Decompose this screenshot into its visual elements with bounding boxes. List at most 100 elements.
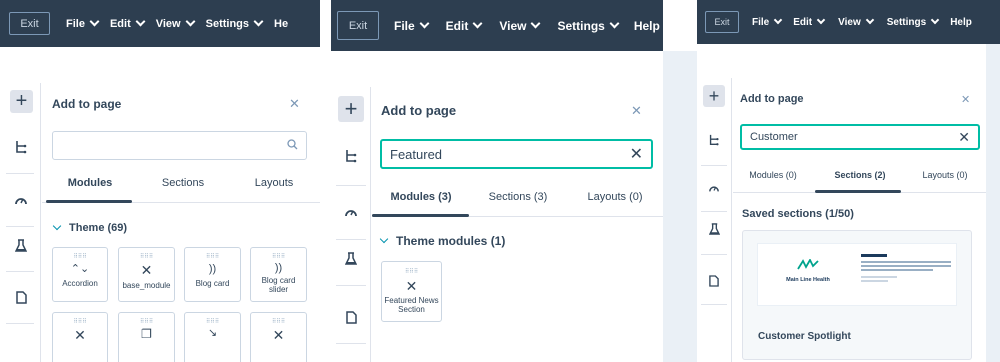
tab-modules[interactable]: Modules <box>52 177 128 189</box>
add-to-page-panel: Add to page ✕ Featured ✕ Modules (3) Sec… <box>372 87 663 362</box>
tree-structure-icon[interactable] <box>12 138 30 156</box>
menu-help[interactable]: Help <box>950 17 972 28</box>
drag-handle-icon: ⠿⠿⠿ <box>73 319 87 325</box>
menu-file[interactable]: File <box>66 16 100 30</box>
editor-sidebar: + <box>331 87 371 362</box>
exit-button[interactable]: Exit <box>705 11 739 33</box>
logo-text: Main Line Health <box>786 277 830 283</box>
tab-modules[interactable]: Modules (3) <box>378 191 464 203</box>
tab-layouts[interactable]: Layouts (0) <box>909 170 981 180</box>
tab-sections[interactable]: Sections (3) <box>475 191 561 203</box>
tree-structure-icon[interactable] <box>342 147 360 165</box>
menu-file[interactable]: File <box>394 18 430 33</box>
module-label: base_module <box>122 281 171 290</box>
pointer-icon: ↘ <box>207 327 218 339</box>
close-icon[interactable]: ✕ <box>961 93 970 106</box>
tab-layouts[interactable]: Layouts (0) <box>572 191 658 203</box>
tab-layouts[interactable]: Layouts <box>236 177 312 189</box>
module-card[interactable]: ⠿⠿⠿ ⌃⌄ Accordion <box>52 247 108 302</box>
menu-edit[interactable]: Edit <box>793 15 826 28</box>
gauge-icon[interactable] <box>706 180 722 196</box>
add-button[interactable]: + <box>338 96 364 122</box>
quote-line <box>861 261 951 263</box>
menu-help[interactable]: He <box>274 18 288 30</box>
copy-icon: ❐ <box>141 327 152 341</box>
menu-help[interactable]: Help <box>634 19 660 33</box>
close-icon[interactable]: ✕ <box>631 103 642 119</box>
tab-bar: Modules Sections Layouts <box>42 177 320 203</box>
saved-section-card[interactable]: Main Line Health Customer Spotlight <box>742 230 972 360</box>
menu-view[interactable]: View <box>838 15 874 28</box>
section-toggle[interactable]: Theme modules (1) <box>379 234 505 248</box>
clear-search-icon[interactable]: ✕ <box>630 144 643 164</box>
flask-icon[interactable] <box>12 236 30 254</box>
section-preview: Main Line Health <box>757 243 957 306</box>
add-button[interactable]: + <box>10 90 33 113</box>
menu-settings[interactable]: Settings <box>206 16 264 30</box>
menu-view[interactable]: View <box>499 18 541 33</box>
tree-structure-icon[interactable] <box>706 132 722 148</box>
panel-gutter <box>663 51 697 362</box>
quote-line <box>861 276 897 278</box>
drag-handle-icon: ⠿⠿⠿ <box>404 269 419 275</box>
module-card[interactable]: ⠿⠿⠿ ✕ <box>250 312 307 362</box>
module-card[interactable]: ⠿⠿⠿ ❐ <box>118 312 175 362</box>
chevron-down-icon <box>419 18 430 29</box>
editor-panel-1: Exit File Edit View Settings He + Add to… <box>0 0 320 362</box>
sidebar-divider <box>701 165 727 166</box>
panel-title: Add to page <box>52 97 122 111</box>
module-card[interactable]: ⠿⠿⠿ ✕ <box>52 312 108 362</box>
menu-edit[interactable]: Edit <box>446 19 483 33</box>
brand-logo: Main Line Health <box>768 258 848 283</box>
page-icon[interactable] <box>12 288 30 306</box>
search-input[interactable]: Customer ✕ <box>740 124 980 150</box>
active-tab-indicator <box>815 190 901 193</box>
sidebar-divider <box>336 239 366 240</box>
quote-block <box>861 254 951 282</box>
drag-handle-icon: ⠿⠿⠿ <box>73 254 87 260</box>
exit-button[interactable]: Exit <box>337 11 379 40</box>
module-card[interactable]: ⠿⠿⠿ ✕ Featured News Section <box>381 261 442 322</box>
page-icon[interactable] <box>706 273 722 289</box>
menu-view[interactable]: View <box>156 16 196 30</box>
rss-icon: )) <box>208 263 217 275</box>
logo-mark-icon <box>797 258 819 270</box>
module-card[interactable]: ⠿⠿⠿ )) Blog card <box>184 247 241 302</box>
page-icon[interactable] <box>342 308 360 326</box>
module-label: Accordion <box>62 279 98 288</box>
search-input[interactable]: Featured ✕ <box>380 139 653 169</box>
module-card[interactable]: ⠿⠿⠿ )) Blog card slider <box>250 247 307 302</box>
tab-sections[interactable]: Sections <box>145 177 221 189</box>
module-card[interactable]: ⠿⠿⠿ ✕ base_module <box>118 247 175 302</box>
gauge-icon[interactable] <box>12 191 30 209</box>
chevron-updown-icon: ⌃⌄ <box>70 263 90 275</box>
tab-sections[interactable]: Sections (2) <box>823 170 897 180</box>
close-icon[interactable]: ✕ <box>289 96 300 112</box>
panel-title: Add to page <box>381 103 457 118</box>
panel-title: Add to page <box>740 93 804 105</box>
flask-icon[interactable] <box>706 221 722 237</box>
section-toggle[interactable]: Theme (69) <box>52 221 127 234</box>
clear-search-icon[interactable]: ✕ <box>958 129 970 146</box>
module-card[interactable]: ⠿⠿⠿ ↘ <box>184 312 241 362</box>
chevron-down-icon <box>531 18 541 29</box>
cross-tools-icon: ✕ <box>74 327 86 343</box>
menu-settings[interactable]: Settings <box>557 19 620 33</box>
tab-modules[interactable]: Modules (0) <box>737 170 809 180</box>
exit-button[interactable]: Exit <box>9 12 50 35</box>
add-to-page-panel: Add to page ✕ Modules Sections Layouts T… <box>42 83 320 362</box>
menu-edit[interactable]: Edit <box>110 16 146 30</box>
search-input[interactable] <box>52 131 307 160</box>
flask-icon[interactable] <box>342 249 360 267</box>
add-button[interactable]: + <box>703 85 725 107</box>
module-label: Featured News Section <box>384 296 439 315</box>
chevron-down-icon <box>930 15 940 25</box>
plus-icon: + <box>708 85 720 106</box>
gauge-icon[interactable] <box>342 203 360 221</box>
chevron-down-icon <box>379 234 389 244</box>
drag-handle-icon: ⠿⠿⠿ <box>271 254 286 260</box>
menu-file[interactable]: File <box>752 15 783 28</box>
quote-line <box>861 280 888 282</box>
menu-settings[interactable]: Settings <box>887 15 940 28</box>
chevron-down-icon <box>135 16 146 27</box>
